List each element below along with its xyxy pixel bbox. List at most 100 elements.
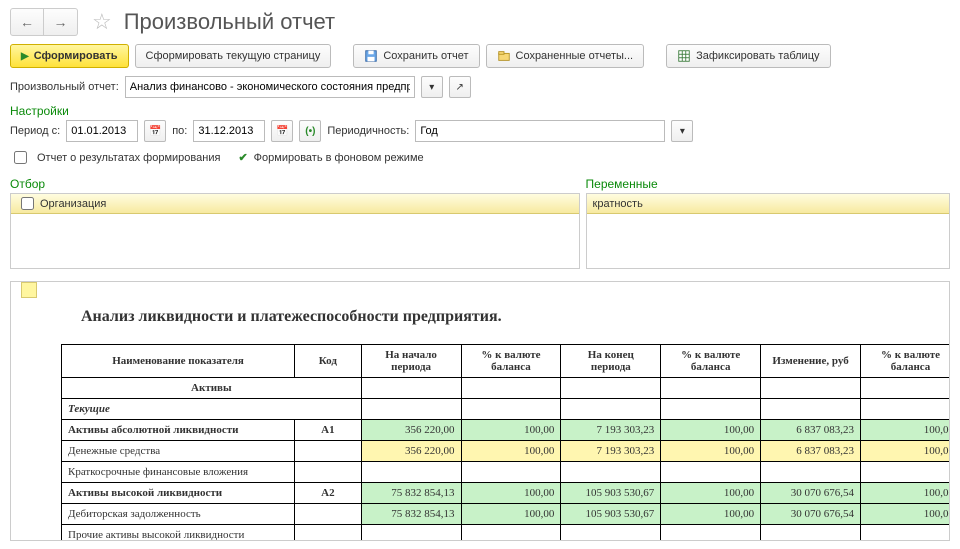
period-to-calendar-button[interactable]: 📅 — [271, 120, 293, 142]
vars-panel: кратность — [586, 193, 950, 269]
table-cell — [761, 378, 861, 399]
table-cell: 100,00 — [861, 420, 950, 441]
table-cell: 100,00 — [861, 483, 950, 504]
table-cell — [361, 462, 461, 483]
table-cell: 6 837 083,23 — [761, 420, 861, 441]
report-area: Анализ ликвидности и платежеспособности … — [10, 281, 950, 541]
calendar-icon: 📅 — [276, 126, 288, 137]
table-cell — [295, 525, 362, 542]
chevron-down-icon: ▾ — [680, 126, 685, 137]
table-cell — [561, 525, 661, 542]
table-cell — [561, 378, 661, 399]
col-end: На конец периода — [561, 345, 661, 378]
brackets-icon: (•) — [305, 126, 315, 137]
save-report-button[interactable]: Сохранить отчет — [353, 44, 479, 68]
table-cell — [295, 504, 362, 525]
period-from-label: Период с: — [10, 125, 60, 137]
table-cell: 100,00 — [461, 483, 561, 504]
table-cell: 100,00 — [461, 441, 561, 462]
report-select-open-button[interactable]: ↗ — [449, 76, 471, 98]
col-pct2: % к валюте баланса — [661, 345, 761, 378]
col-code: Код — [295, 345, 362, 378]
table-cell: Текущие — [62, 399, 362, 420]
report-select-label: Произвольный отчет: — [10, 81, 119, 93]
table-cell: Прочие активы высокой ликвидности — [62, 525, 295, 542]
table-cell: 356 220,00 — [361, 420, 461, 441]
table-cell: 6 837 083,23 — [761, 441, 861, 462]
page-title: Произвольный отчет — [124, 9, 335, 35]
table-cell: 100,00 — [861, 504, 950, 525]
table-cell — [561, 462, 661, 483]
arrow-left-icon: ← — [20, 14, 34, 30]
report-table: Наименование показателя Код На начало пе… — [61, 344, 950, 541]
open-icon: ↗ — [456, 82, 464, 93]
periodicity-input[interactable] — [415, 120, 665, 142]
col-start: На начало периода — [361, 345, 461, 378]
table-cell: Активы — [62, 378, 362, 399]
table-cell — [761, 462, 861, 483]
period-to-label: по: — [172, 125, 187, 137]
report-marker-icon — [21, 282, 37, 298]
table-cell — [295, 462, 362, 483]
filter-panel: Организация — [10, 193, 580, 269]
table-row: Краткосрочные финансовые вложения — [62, 462, 951, 483]
calendar-icon: 📅 — [149, 126, 161, 137]
generate-button-label: Сформировать — [34, 50, 118, 62]
report-select-dropdown-button[interactable]: ▾ — [421, 76, 443, 98]
saved-reports-button[interactable]: Сохраненные отчеты... — [486, 44, 645, 68]
generate-button[interactable]: ▶ Сформировать — [10, 44, 129, 68]
table-cell: 100,00 — [461, 504, 561, 525]
table-cell — [461, 462, 561, 483]
freeze-table-button[interactable]: Зафиксировать таблицу — [666, 44, 830, 68]
save-report-label: Сохранить отчет — [383, 50, 468, 62]
periodicity-dropdown-button[interactable]: ▾ — [671, 120, 693, 142]
filter-heading: Отбор — [10, 177, 580, 191]
settings-heading: Настройки — [10, 104, 950, 118]
table-cell — [361, 399, 461, 420]
table-cell — [761, 525, 861, 542]
result-report-checkbox[interactable] — [14, 151, 27, 164]
table-cell — [361, 525, 461, 542]
col-pct3: % к валюте баланса — [861, 345, 950, 378]
favorite-icon[interactable]: ☆ — [92, 9, 112, 35]
generate-current-page-button[interactable]: Сформировать текущую страницу — [135, 44, 332, 68]
table-cell: А1 — [295, 420, 362, 441]
vars-panel-header[interactable]: кратность — [587, 194, 949, 214]
table-cell — [861, 399, 950, 420]
disk-icon — [364, 49, 378, 63]
report-select-input[interactable] — [125, 76, 415, 98]
filter-column-label: Организация — [40, 198, 106, 210]
period-from-calendar-button[interactable]: 📅 — [144, 120, 166, 142]
table-cell — [861, 378, 950, 399]
table-cell — [295, 441, 362, 462]
table-cell: 100,00 — [661, 420, 761, 441]
table-cell — [861, 462, 950, 483]
table-cell: 100,00 — [861, 441, 950, 462]
play-icon: ▶ — [21, 51, 29, 62]
nav-forward-button[interactable]: → — [44, 8, 78, 36]
nav-back-button[interactable]: ← — [10, 8, 44, 36]
table-cell — [561, 399, 661, 420]
col-pct1: % к валюте баланса — [461, 345, 561, 378]
period-extra-button[interactable]: (•) — [299, 120, 321, 142]
table-cell — [661, 525, 761, 542]
table-cell — [761, 399, 861, 420]
table-cell: 7 193 303,23 — [561, 441, 661, 462]
vars-column-label: кратность — [593, 198, 643, 210]
table-cell — [661, 399, 761, 420]
table-row: Текущие — [62, 399, 951, 420]
table-cell: 100,00 — [661, 483, 761, 504]
period-from-input[interactable] — [66, 120, 138, 142]
col-name: Наименование показателя — [62, 345, 295, 378]
filter-row-checkbox[interactable] — [21, 197, 34, 210]
table-cell: 356 220,00 — [361, 441, 461, 462]
period-to-input[interactable] — [193, 120, 265, 142]
table-cell — [661, 462, 761, 483]
table-cell: 105 903 530,67 — [561, 504, 661, 525]
table-cell: Денежные средства — [62, 441, 295, 462]
grid-icon — [677, 49, 691, 63]
periodicity-label: Периодичность: — [327, 125, 409, 137]
chevron-down-icon: ▾ — [429, 82, 434, 93]
col-change: Изменение, руб — [761, 345, 861, 378]
filter-panel-header[interactable]: Организация — [11, 194, 579, 214]
